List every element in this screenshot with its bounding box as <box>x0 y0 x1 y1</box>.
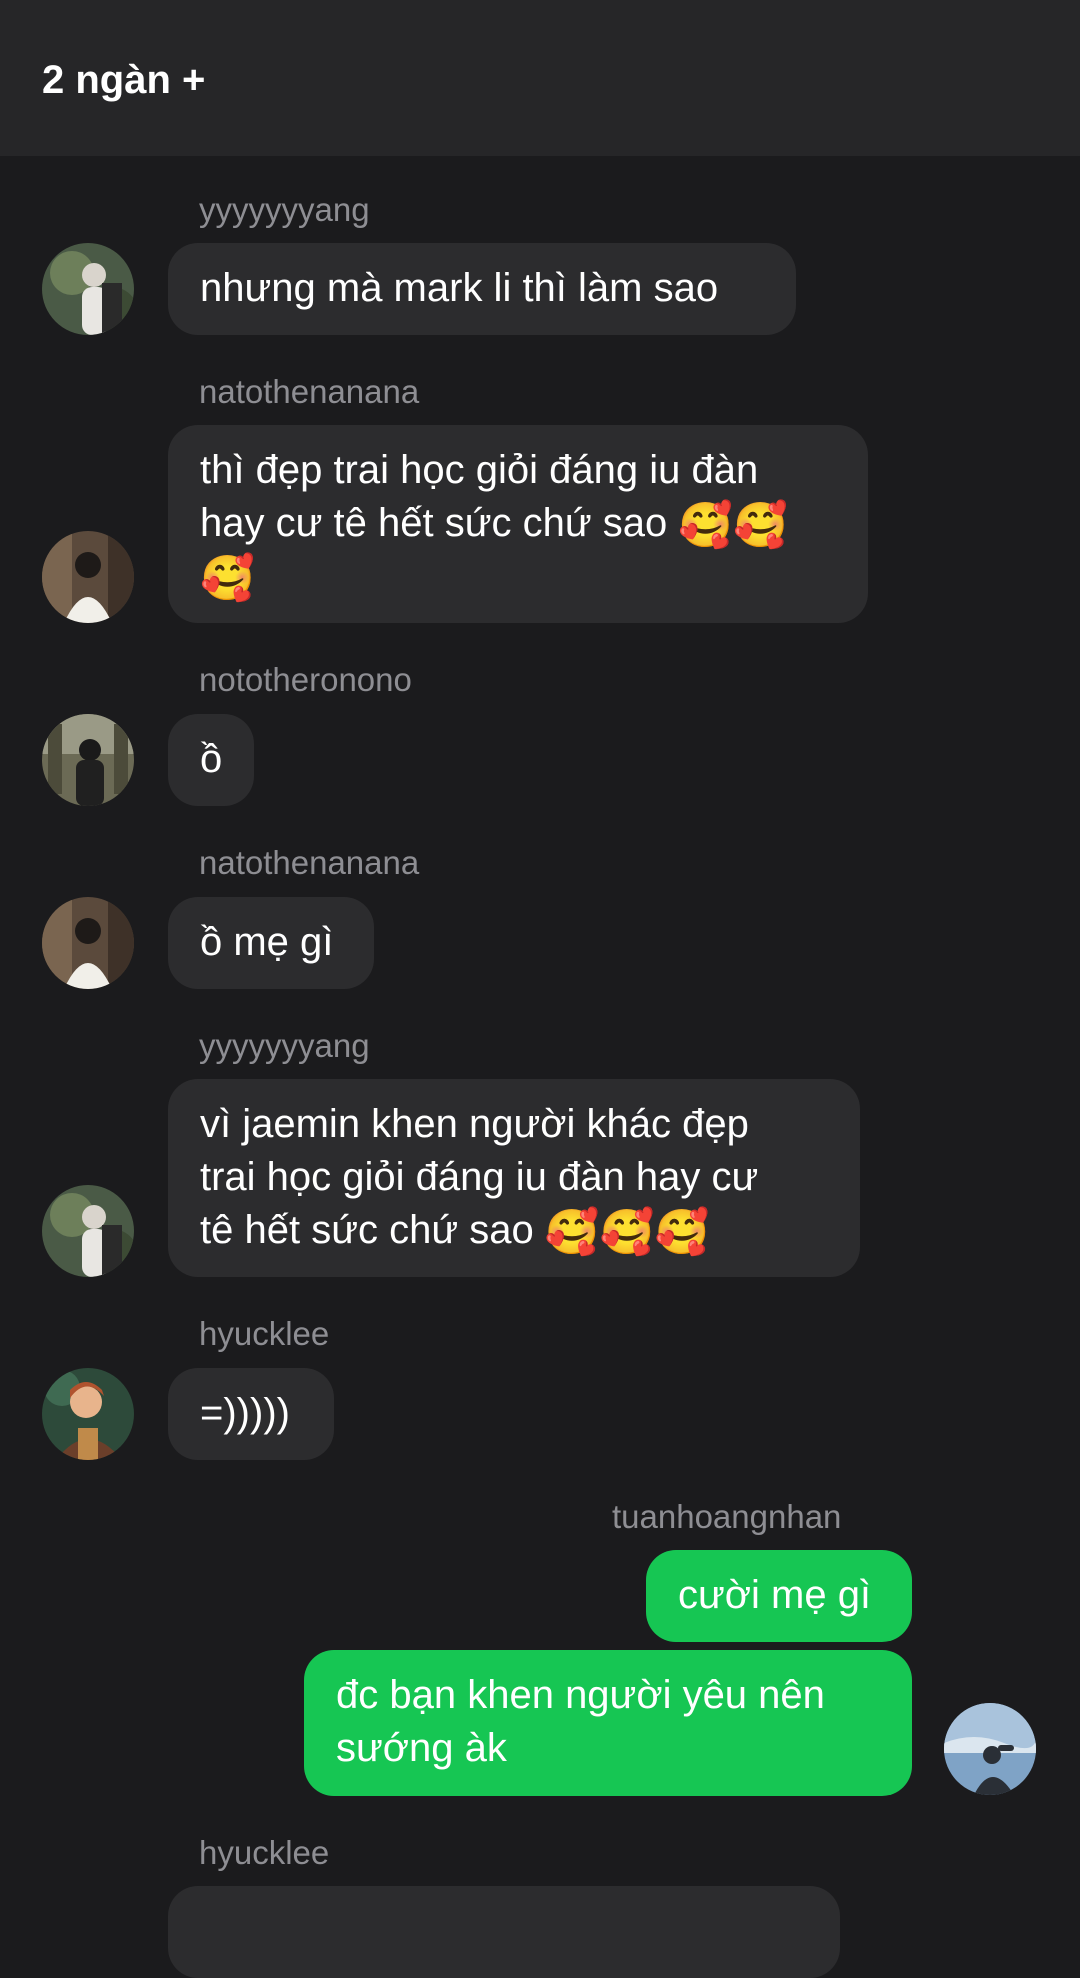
message-bubble-partial[interactable] <box>168 1886 840 1978</box>
message-bubble[interactable]: nhưng mà mark li thì làm sao <box>168 243 796 335</box>
sender-name[interactable]: nototheronono <box>199 660 412 700</box>
message-text: =))))) <box>200 1391 290 1435</box>
message-text: nhưng mà mark li thì làm sao <box>200 266 719 310</box>
smiling-face-hearts-icon: 🥰 <box>200 554 255 603</box>
smiling-face-hearts-icon: 🥰 <box>544 1208 600 1257</box>
my-message-bubble[interactable]: đc bạn khen người yêu nên sướng àk <box>304 1650 912 1796</box>
avatar-image <box>42 1185 134 1277</box>
avatar-image <box>944 1703 1036 1795</box>
avatar-image <box>42 243 134 335</box>
avatar-yyyyyyyang[interactable] <box>42 243 134 335</box>
smiling-face-hearts-icon: 🥰 <box>678 501 734 550</box>
sender-name[interactable]: natothenanana <box>199 843 419 883</box>
message-text-line: sướng àk <box>336 1726 507 1770</box>
message-text-line: tê hết sức chứ sao 🥰🥰🥰 <box>200 1208 710 1257</box>
message-bubble[interactable]: ồ <box>168 714 254 806</box>
message-text-line: đc bạn khen người yêu nên <box>336 1673 825 1717</box>
message-bubble[interactable]: ồ mẹ gì <box>168 897 374 989</box>
message-bubble[interactable]: vì jaemin khen người khác đẹp trai học g… <box>168 1079 860 1277</box>
avatar-natothenanana[interactable] <box>42 531 134 623</box>
message-feed[interactable]: yyyyyyyang nhưng mà mark li thì làm sao … <box>0 156 1080 1978</box>
message-text: ồ <box>200 737 223 781</box>
message-text-line: thì đẹp trai học giỏi đáng iu đàn <box>200 448 759 492</box>
message-text-line: 🥰 <box>200 550 836 603</box>
avatar-tuanhoangnhan[interactable] <box>944 1703 1036 1795</box>
avatar-image <box>42 897 134 989</box>
avatar-hyucklee[interactable] <box>42 1368 134 1460</box>
sender-name[interactable]: hyucklee <box>199 1314 329 1354</box>
message-text-line: trai học giỏi đáng iu đàn hay cư <box>200 1155 759 1199</box>
smiling-face-hearts-icon: 🥰 <box>654 1208 710 1257</box>
avatar-image <box>42 714 134 806</box>
avatar-image <box>42 1368 134 1460</box>
smiling-face-hearts-icon: 🥰 <box>733 501 788 550</box>
avatar-natothenanana[interactable] <box>42 897 134 989</box>
avatar-yyyyyyyang[interactable] <box>42 1185 134 1277</box>
message-text-line: hay cư tê hết sức chứ sao 🥰🥰 <box>200 501 788 550</box>
sender-name[interactable]: yyyyyyyang <box>199 190 370 230</box>
message-bubble[interactable]: thì đẹp trai học giỏi đáng iu đàn hay cư… <box>168 425 868 623</box>
message-text: ồ mẹ gì <box>200 920 334 964</box>
sender-name[interactable]: natothenanana <box>199 372 419 412</box>
avatar-nototheronono[interactable] <box>42 714 134 806</box>
message-text: cười mẹ gì <box>678 1573 872 1617</box>
sender-name[interactable]: tuanhoangnhan <box>612 1497 841 1537</box>
message-bubble[interactable]: =))))) <box>168 1368 334 1460</box>
avatar-image <box>42 531 134 623</box>
chat-header: 2 ngàn + <box>0 0 1080 156</box>
my-message-bubble[interactable]: cười mẹ gì <box>646 1550 912 1642</box>
sender-name[interactable]: hyucklee <box>199 1833 329 1873</box>
smiling-face-hearts-icon: 🥰 <box>599 1208 655 1257</box>
chat-title[interactable]: 2 ngàn + <box>42 52 205 108</box>
sender-name[interactable]: yyyyyyyang <box>199 1026 370 1066</box>
message-text-line: vì jaemin khen người khác đẹp <box>200 1102 749 1146</box>
